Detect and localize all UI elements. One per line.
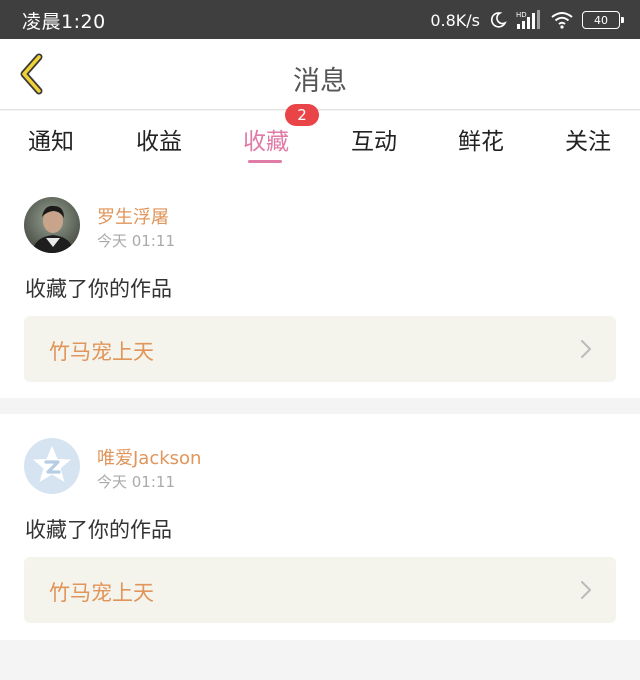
wifi-icon [551,11,573,29]
tab-notifications[interactable]: 通知 [1,122,101,156]
work-link[interactable]: 竹马宠上天 [24,316,616,382]
status-bar: 凌晨1:20 0.8K/s HD 40 [0,0,640,39]
user-photo-icon [24,197,80,253]
chevron-right-icon [581,340,591,358]
cell-signal-icon: HD [516,10,542,30]
header: 消息 [0,39,640,110]
status-indicators: 0.8K/s HD 40 [430,7,624,33]
notification-card: 罗生浮屠 今天 01:11 收藏了你的作品 竹马宠上天 [0,183,640,398]
work-link[interactable]: 竹马宠上天 [24,557,616,623]
battery-level: 40 [594,13,608,27]
tab-favorites[interactable]: 收藏 [216,122,316,156]
timestamp: 今天 01:11 [97,232,175,250]
avatar[interactable] [24,197,80,253]
notification-message: 收藏了你的作品 [25,277,172,301]
tab-bar: 通知 收益 收藏 互动 鲜花 关注 [0,111,640,183]
network-speed: 0.8K/s [430,10,480,30]
username[interactable]: 罗生浮屠 [97,203,169,229]
page-title: 消息 [293,66,347,97]
active-tab-indicator [248,160,282,163]
notification-message: 收藏了你的作品 [25,518,172,542]
work-title: 竹马宠上天 [49,340,154,364]
hd-label: HD [516,11,527,19]
notification-card: 唯爱Jackson 今天 01:11 收藏了你的作品 竹马宠上天 [0,414,640,640]
username[interactable]: 唯爱Jackson [97,444,201,470]
tab-interactions[interactable]: 互动 [324,122,424,156]
unread-badge: 2 [285,104,319,126]
tab-earnings[interactable]: 收益 [109,122,209,156]
tab-flowers[interactable]: 鲜花 [431,122,531,156]
avatar[interactable] [24,438,80,494]
timestamp: 今天 01:11 [97,473,175,491]
battery-icon: 40 [582,11,624,29]
work-title: 竹马宠上天 [49,581,154,605]
chevron-right-icon [581,581,591,599]
tab-follows[interactable]: 关注 [538,122,638,156]
default-avatar-icon [24,438,80,494]
status-time: 凌晨1:20 [22,11,106,33]
moon-icon [489,11,507,29]
